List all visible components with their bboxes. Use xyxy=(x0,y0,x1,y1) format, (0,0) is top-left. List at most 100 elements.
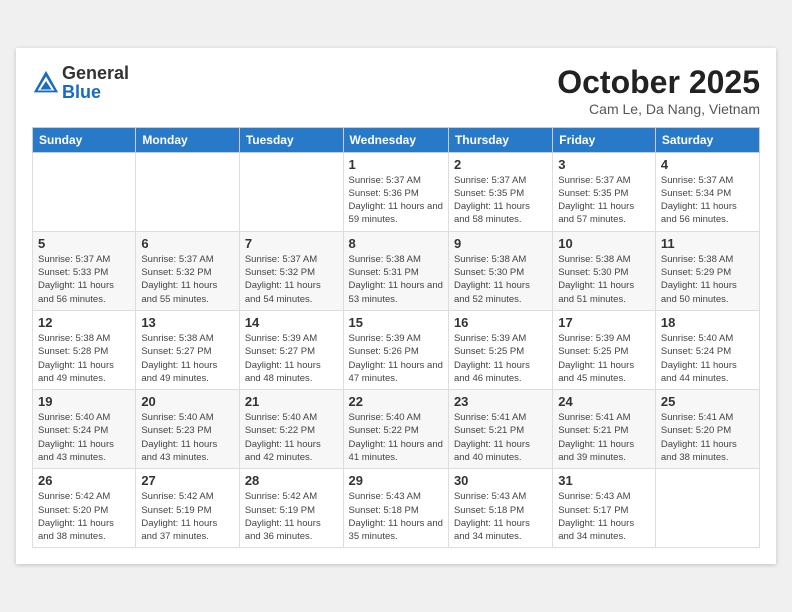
day-number: 26 xyxy=(38,473,130,488)
calendar-cell xyxy=(136,152,240,231)
day-info: Sunrise: 5:40 AM Sunset: 5:23 PM Dayligh… xyxy=(141,411,234,464)
sunset-label: Sunset: 5:23 PM xyxy=(141,425,211,436)
sunset-label: Sunset: 5:36 PM xyxy=(349,188,419,199)
sunset-label: Sunset: 5:21 PM xyxy=(558,425,628,436)
location: Cam Le, Da Nang, Vietnam xyxy=(557,101,760,117)
daylight-label: Daylight: 11 hours and 57 minutes. xyxy=(558,201,634,225)
day-number: 16 xyxy=(454,315,547,330)
day-info: Sunrise: 5:37 AM Sunset: 5:32 PM Dayligh… xyxy=(141,253,234,306)
sunrise-label: Sunrise: 5:41 AM xyxy=(558,412,630,423)
daylight-label: Daylight: 11 hours and 43 minutes. xyxy=(141,439,217,463)
day-number: 8 xyxy=(349,236,443,251)
calendar-cell: 11 Sunrise: 5:38 AM Sunset: 5:29 PM Dayl… xyxy=(655,231,759,310)
sunrise-label: Sunrise: 5:39 AM xyxy=(349,333,421,344)
weekday-row: SundayMondayTuesdayWednesdayThursdayFrid… xyxy=(33,127,760,152)
day-number: 13 xyxy=(141,315,234,330)
daylight-label: Daylight: 11 hours and 45 minutes. xyxy=(558,360,634,384)
daylight-label: Daylight: 11 hours and 42 minutes. xyxy=(245,439,321,463)
daylight-label: Daylight: 11 hours and 54 minutes. xyxy=(245,280,321,304)
daylight-label: Daylight: 11 hours and 55 minutes. xyxy=(141,280,217,304)
daylight-label: Daylight: 11 hours and 34 minutes. xyxy=(558,518,634,542)
sunset-label: Sunset: 5:30 PM xyxy=(558,267,628,278)
calendar-cell: 5 Sunrise: 5:37 AM Sunset: 5:33 PM Dayli… xyxy=(33,231,136,310)
day-info: Sunrise: 5:37 AM Sunset: 5:36 PM Dayligh… xyxy=(349,174,443,227)
daylight-label: Daylight: 11 hours and 38 minutes. xyxy=(38,518,114,542)
day-number: 23 xyxy=(454,394,547,409)
day-number: 22 xyxy=(349,394,443,409)
day-info: Sunrise: 5:40 AM Sunset: 5:24 PM Dayligh… xyxy=(661,332,754,385)
sunset-label: Sunset: 5:24 PM xyxy=(38,425,108,436)
calendar-cell: 21 Sunrise: 5:40 AM Sunset: 5:22 PM Dayl… xyxy=(239,390,343,469)
calendar-cell: 13 Sunrise: 5:38 AM Sunset: 5:27 PM Dayl… xyxy=(136,310,240,389)
sunrise-label: Sunrise: 5:37 AM xyxy=(141,254,213,265)
weekday-header: Monday xyxy=(136,127,240,152)
month-title: October 2025 xyxy=(557,64,760,101)
calendar-cell: 18 Sunrise: 5:40 AM Sunset: 5:24 PM Dayl… xyxy=(655,310,759,389)
logo-general-text: General xyxy=(62,64,129,84)
sunrise-label: Sunrise: 5:38 AM xyxy=(38,333,110,344)
sunset-label: Sunset: 5:35 PM xyxy=(558,188,628,199)
sunrise-label: Sunrise: 5:41 AM xyxy=(454,412,526,423)
sunrise-label: Sunrise: 5:40 AM xyxy=(141,412,213,423)
calendar-cell: 1 Sunrise: 5:37 AM Sunset: 5:36 PM Dayli… xyxy=(343,152,448,231)
day-info: Sunrise: 5:40 AM Sunset: 5:22 PM Dayligh… xyxy=(349,411,443,464)
sunrise-label: Sunrise: 5:38 AM xyxy=(349,254,421,265)
sunrise-label: Sunrise: 5:38 AM xyxy=(141,333,213,344)
day-number: 5 xyxy=(38,236,130,251)
day-info: Sunrise: 5:39 AM Sunset: 5:25 PM Dayligh… xyxy=(558,332,650,385)
calendar-week-row: 12 Sunrise: 5:38 AM Sunset: 5:28 PM Dayl… xyxy=(33,310,760,389)
title-section: October 2025 Cam Le, Da Nang, Vietnam xyxy=(557,64,760,117)
header: General Blue October 2025 Cam Le, Da Nan… xyxy=(32,64,760,117)
sunset-label: Sunset: 5:27 PM xyxy=(245,346,315,357)
sunset-label: Sunset: 5:19 PM xyxy=(245,505,315,516)
logo-icon xyxy=(32,69,60,97)
sunset-label: Sunset: 5:22 PM xyxy=(245,425,315,436)
sunrise-label: Sunrise: 5:38 AM xyxy=(558,254,630,265)
sunrise-label: Sunrise: 5:40 AM xyxy=(349,412,421,423)
daylight-label: Daylight: 11 hours and 40 minutes. xyxy=(454,439,530,463)
day-info: Sunrise: 5:40 AM Sunset: 5:22 PM Dayligh… xyxy=(245,411,338,464)
sunrise-label: Sunrise: 5:37 AM xyxy=(245,254,317,265)
calendar-cell: 6 Sunrise: 5:37 AM Sunset: 5:32 PM Dayli… xyxy=(136,231,240,310)
day-number: 21 xyxy=(245,394,338,409)
day-number: 27 xyxy=(141,473,234,488)
calendar-week-row: 26 Sunrise: 5:42 AM Sunset: 5:20 PM Dayl… xyxy=(33,469,760,548)
day-number: 6 xyxy=(141,236,234,251)
calendar-cell: 14 Sunrise: 5:39 AM Sunset: 5:27 PM Dayl… xyxy=(239,310,343,389)
calendar-cell: 4 Sunrise: 5:37 AM Sunset: 5:34 PM Dayli… xyxy=(655,152,759,231)
daylight-label: Daylight: 11 hours and 56 minutes. xyxy=(38,280,114,304)
weekday-header: Friday xyxy=(553,127,656,152)
daylight-label: Daylight: 11 hours and 43 minutes. xyxy=(38,439,114,463)
calendar-grid: SundayMondayTuesdayWednesdayThursdayFrid… xyxy=(32,127,760,549)
day-number: 19 xyxy=(38,394,130,409)
sunset-label: Sunset: 5:24 PM xyxy=(661,346,731,357)
calendar-cell: 28 Sunrise: 5:42 AM Sunset: 5:19 PM Dayl… xyxy=(239,469,343,548)
calendar-cell: 22 Sunrise: 5:40 AM Sunset: 5:22 PM Dayl… xyxy=(343,390,448,469)
calendar-cell: 29 Sunrise: 5:43 AM Sunset: 5:18 PM Dayl… xyxy=(343,469,448,548)
daylight-label: Daylight: 11 hours and 34 minutes. xyxy=(454,518,530,542)
sunset-label: Sunset: 5:30 PM xyxy=(454,267,524,278)
sunrise-label: Sunrise: 5:38 AM xyxy=(454,254,526,265)
day-info: Sunrise: 5:37 AM Sunset: 5:35 PM Dayligh… xyxy=(558,174,650,227)
day-number: 7 xyxy=(245,236,338,251)
calendar-cell: 3 Sunrise: 5:37 AM Sunset: 5:35 PM Dayli… xyxy=(553,152,656,231)
day-info: Sunrise: 5:41 AM Sunset: 5:21 PM Dayligh… xyxy=(454,411,547,464)
calendar-cell: 15 Sunrise: 5:39 AM Sunset: 5:26 PM Dayl… xyxy=(343,310,448,389)
sunrise-label: Sunrise: 5:39 AM xyxy=(558,333,630,344)
sunrise-label: Sunrise: 5:42 AM xyxy=(38,491,110,502)
day-info: Sunrise: 5:38 AM Sunset: 5:29 PM Dayligh… xyxy=(661,253,754,306)
sunrise-label: Sunrise: 5:42 AM xyxy=(141,491,213,502)
calendar-cell: 24 Sunrise: 5:41 AM Sunset: 5:21 PM Dayl… xyxy=(553,390,656,469)
day-info: Sunrise: 5:43 AM Sunset: 5:18 PM Dayligh… xyxy=(349,490,443,543)
day-info: Sunrise: 5:38 AM Sunset: 5:31 PM Dayligh… xyxy=(349,253,443,306)
calendar-cell: 2 Sunrise: 5:37 AM Sunset: 5:35 PM Dayli… xyxy=(448,152,552,231)
sunrise-label: Sunrise: 5:43 AM xyxy=(454,491,526,502)
day-number: 15 xyxy=(349,315,443,330)
calendar-cell: 9 Sunrise: 5:38 AM Sunset: 5:30 PM Dayli… xyxy=(448,231,552,310)
weekday-header: Wednesday xyxy=(343,127,448,152)
calendar-cell: 16 Sunrise: 5:39 AM Sunset: 5:25 PM Dayl… xyxy=(448,310,552,389)
daylight-label: Daylight: 11 hours and 37 minutes. xyxy=(141,518,217,542)
sunrise-label: Sunrise: 5:41 AM xyxy=(661,412,733,423)
day-number: 20 xyxy=(141,394,234,409)
sunset-label: Sunset: 5:34 PM xyxy=(661,188,731,199)
